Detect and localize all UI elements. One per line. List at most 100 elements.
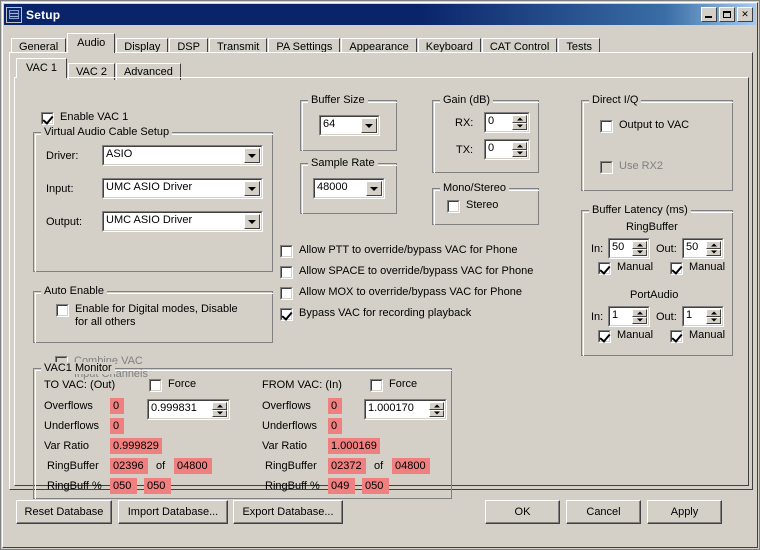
to-vac-force-checkbox[interactable]: Force (149, 378, 196, 392)
spin-up-icon[interactable] (512, 142, 527, 150)
rb-in-manual-label: Manual (617, 261, 654, 273)
from-vac-overflows-label: Overflows (262, 400, 311, 412)
rb-in-spinner[interactable]: 50 (608, 238, 650, 259)
import-database-label: Import Database... (127, 506, 219, 518)
apply-label: Apply (670, 506, 699, 518)
gain-tx-value: 0 (488, 142, 495, 154)
from-vac-ringbuff-pct-b: 050 (362, 478, 389, 494)
to-vac-of-label: of (156, 460, 166, 472)
from-vac-force-spinner[interactable]: 1.000170 (364, 399, 447, 420)
from-vac-var-ratio-value: 1.000169 (328, 438, 380, 454)
to-vac-ringbuffer-label: RingBuffer (47, 460, 99, 472)
output-combobox[interactable]: UMC ASIO Driver (102, 211, 263, 232)
gain-tx-spinner[interactable]: 0 (484, 139, 530, 160)
pa-in-spinner[interactable]: 1 (608, 306, 650, 327)
sample-rate-value: 48000 (317, 181, 348, 193)
spin-up-icon[interactable] (429, 402, 444, 410)
ok-label: OK (514, 506, 531, 518)
close-button[interactable]: ✕ (737, 7, 753, 22)
vac1-monitor-legend: VAC1 Monitor (41, 362, 115, 374)
to-vac-force-spinner[interactable]: 0.999831 (147, 399, 230, 420)
chevron-down-icon[interactable] (361, 118, 377, 133)
vac-setup-legend: Virtual Audio Cable Setup (41, 126, 173, 138)
auto-enable-label: Enable for Digital modes, Disable for al… (75, 303, 238, 328)
import-database-button[interactable]: Import Database... (118, 500, 228, 524)
allow-ptt-override-checkbox[interactable]: Allow PTT to override/bypass VAC for Pho… (280, 244, 517, 258)
spin-down-icon[interactable] (706, 316, 721, 324)
stereo-checkbox[interactable]: Stereo (447, 199, 498, 213)
pa-out-manual-checkbox[interactable]: Manual (670, 329, 725, 343)
checkbox-box (41, 112, 54, 125)
ok-button[interactable]: OK (485, 500, 560, 524)
spin-up-icon[interactable] (632, 309, 647, 317)
checkbox-box (447, 200, 460, 213)
from-vac-overflows-value: 0 (328, 398, 342, 414)
auto-enable-digital-checkbox[interactable]: Enable for Digital modes, Disable for al… (56, 303, 261, 329)
gain-rx-spinner[interactable]: 0 (484, 112, 530, 133)
spin-down-icon[interactable] (706, 248, 721, 256)
minimize-button[interactable] (701, 7, 717, 22)
buffer-size-combobox[interactable]: 64 (319, 115, 380, 136)
to-vac-overflows-label: Overflows (44, 400, 93, 412)
mono-stereo-legend: Mono/Stereo (440, 182, 509, 194)
sample-rate-combobox[interactable]: 48000 (313, 178, 385, 199)
spin-up-icon[interactable] (212, 402, 227, 410)
enable-vac1-checkbox[interactable]: Enable VAC 1 (41, 111, 128, 125)
spin-up-icon[interactable] (706, 241, 721, 249)
pa-in-label: In: (591, 311, 604, 323)
rb-out-label: Out: (656, 243, 677, 255)
window-controls: ✕ (701, 7, 753, 22)
from-vac-ringbuffer-label: RingBuffer (265, 460, 317, 472)
chevron-down-icon[interactable] (244, 148, 260, 163)
to-vac-underflows-value: 0 (110, 418, 124, 434)
spin-down-icon[interactable] (632, 316, 647, 324)
pa-out-value: 1 (686, 309, 693, 321)
apply-button[interactable]: Apply (647, 500, 722, 524)
spin-up-icon[interactable] (512, 115, 527, 123)
checkbox-box (670, 262, 683, 275)
spin-down-icon[interactable] (512, 122, 527, 130)
from-vac-force-checkbox[interactable]: Force (370, 378, 417, 392)
input-combobox[interactable]: UMC ASIO Driver (102, 178, 263, 199)
chevron-down-icon[interactable] (366, 181, 382, 196)
rb-out-spinner[interactable]: 50 (682, 238, 724, 259)
direct-iq-group: Direct I/Q Output to VAC Use RX2 (581, 94, 733, 191)
maximize-button[interactable] (719, 7, 735, 22)
rb-in-manual-checkbox[interactable]: Manual (598, 261, 653, 275)
pa-in-manual-label: Manual (617, 329, 654, 341)
checkbox-box (670, 330, 683, 343)
pa-in-manual-checkbox[interactable]: Manual (598, 329, 653, 343)
rb-out-manual-checkbox[interactable]: Manual (670, 261, 725, 275)
reset-database-button[interactable]: Reset Database (16, 500, 112, 524)
from-vac-ringbuff-pct-label: RingBuff % (265, 480, 320, 492)
to-vac-ringbuffer-current: 02396 (110, 458, 148, 474)
to-vac-var-ratio-value: 0.999829 (110, 438, 162, 454)
input-label: Input: (46, 183, 74, 195)
chevron-down-icon[interactable] (244, 181, 260, 196)
tab-audio[interactable]: Audio (67, 33, 116, 53)
allow-space-override-checkbox[interactable]: Allow SPACE to override/bypass VAC for P… (280, 265, 533, 279)
subtab-vac-1[interactable]: VAC 1 (16, 58, 67, 78)
stereo-label: Stereo (466, 199, 499, 211)
output-to-vac-label: Output to VAC (619, 119, 690, 131)
checkbox-box (149, 379, 162, 392)
spin-down-icon[interactable] (512, 149, 527, 157)
allow-mox-override-checkbox[interactable]: Allow MOX to override/bypass VAC for Pho… (280, 286, 522, 300)
cancel-button[interactable]: Cancel (566, 500, 641, 524)
spin-up-icon[interactable] (706, 309, 721, 317)
ringbuffer-title: RingBuffer (626, 221, 678, 233)
output-to-vac-checkbox[interactable]: Output to VAC (600, 119, 689, 133)
bypass-vac-recording-checkbox[interactable]: Bypass VAC for recording playback (280, 307, 471, 321)
enable-vac1-label: Enable VAC 1 (60, 111, 129, 123)
chevron-down-icon[interactable] (244, 214, 260, 229)
pa-out-spinner[interactable]: 1 (682, 306, 724, 327)
spin-down-icon[interactable] (212, 409, 227, 417)
spin-down-icon[interactable] (429, 409, 444, 417)
spin-up-icon[interactable] (632, 241, 647, 249)
export-database-button[interactable]: Export Database... (233, 500, 343, 524)
spin-down-icon[interactable] (632, 248, 647, 256)
driver-combobox[interactable]: ASIO (102, 145, 263, 166)
buffer-size-value: 64 (323, 118, 336, 130)
gain-legend: Gain (dB) (440, 94, 494, 106)
to-vac-var-ratio-label: Var Ratio (44, 440, 90, 452)
